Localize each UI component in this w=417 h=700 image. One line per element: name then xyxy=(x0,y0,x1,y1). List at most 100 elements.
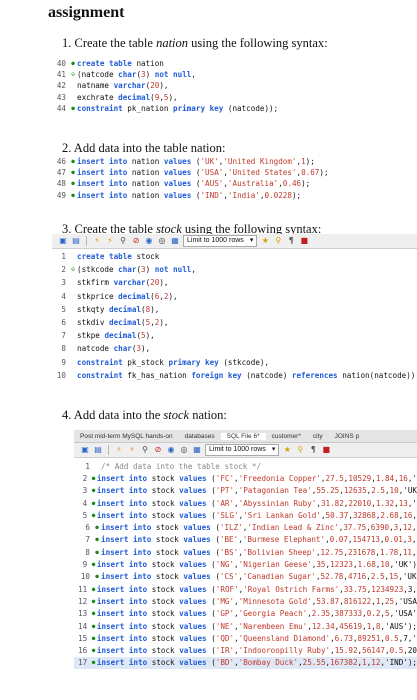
beautify-icon[interactable]: ★ xyxy=(260,236,270,246)
find-icon[interactable]: ⚲ xyxy=(295,445,305,455)
find-icon[interactable]: ⚲ xyxy=(273,236,283,246)
code-line[interactable]: 5 ● insert into stock values ('SLG','Sri L… xyxy=(74,509,417,521)
code-token: char xyxy=(118,70,137,80)
code-line[interactable]: 16 ● insert into stock values ('IR','Indoo… xyxy=(74,644,417,656)
code-line[interactable]: 6 ● insert into stock values ('ILZ','India… xyxy=(74,521,417,533)
code-line[interactable]: 3 stkfirm varchar(20), xyxy=(50,276,417,289)
code-line[interactable]: 43 exchrate decimal(9,5), xyxy=(50,92,278,103)
code-line[interactable]: 2 ● insert into stock values ('FC','Freedo… xyxy=(74,472,417,484)
rollback-icon[interactable]: ▦ xyxy=(170,236,180,246)
code-line[interactable]: 1 create table stock xyxy=(50,250,417,263)
wrap-icon[interactable]: ¶ xyxy=(286,236,296,246)
code-line[interactable]: 44 ● constraint pk_nation primary key (nat… xyxy=(50,103,278,114)
code-token: 154713 xyxy=(352,535,380,545)
code-token: stock xyxy=(155,572,184,582)
editor-tab[interactable]: city xyxy=(307,433,329,440)
code-line[interactable]: 42 natname varchar(20), xyxy=(50,80,278,91)
code-token: ), xyxy=(168,291,178,301)
code-token: ,3, xyxy=(403,584,417,594)
toggle-invisible-icon[interactable]: ■ xyxy=(321,445,331,455)
code-line[interactable]: 9 ● insert into stock values ('NG','Nigeri… xyxy=(74,558,417,570)
editor-tab[interactable]: customer* xyxy=(266,433,307,440)
stop-icon[interactable]: ⊘ xyxy=(131,236,141,246)
code-line[interactable]: 12 ● insert into stock values ('MG','Minne… xyxy=(74,595,417,607)
code-token: stkprice xyxy=(77,291,119,301)
open-file-icon[interactable]: ▣ xyxy=(58,236,68,246)
commit-icon[interactable]: ◎ xyxy=(157,236,167,246)
code-line[interactable]: 40 ● create table nation xyxy=(50,58,278,69)
statement-marker-icon: ● xyxy=(95,524,99,532)
code-token: 'Bombay Duck' xyxy=(238,658,299,668)
statement-marker-icon: ● xyxy=(91,561,96,569)
editor-tab[interactable]: JOINS p xyxy=(329,433,366,440)
code-line[interactable]: 2 ⊖ (stkcode char(3) not null, xyxy=(50,263,417,276)
beautify-icon[interactable]: ★ xyxy=(282,445,292,455)
code-line[interactable]: 11 ● insert into stock values ('ROF','Roya… xyxy=(74,583,417,595)
code-line[interactable]: 46 ● insert into nation values ('UK','Unit… xyxy=(50,156,329,167)
code-token: create table xyxy=(77,59,137,69)
code-line[interactable]: 4 stkprice decimal(6,2), xyxy=(50,290,417,303)
code-line[interactable]: 10 ● insert into stock values ('CS','Canad… xyxy=(74,571,417,583)
code-line[interactable]: 1 /* Add data into the table stock */ xyxy=(74,460,417,472)
code-token: stock xyxy=(151,473,180,483)
code-token: (stkcode xyxy=(77,265,119,275)
code-line[interactable]: 7 ● insert into stock values ('BE','Burmes… xyxy=(74,534,417,546)
editor-tab[interactable]: Post mid-term MySQL hands-on xyxy=(74,433,179,440)
code-line[interactable]: 5 stkqty decimal(8), xyxy=(50,303,417,316)
code-line[interactable]: 47 ● insert into nation values ('USA','Uni… xyxy=(50,167,329,178)
toggle-output-icon[interactable]: ◉ xyxy=(166,445,176,455)
code-line[interactable]: 6 stkdiv decimal(5,2), xyxy=(50,316,417,329)
code-line[interactable]: 15 ● insert into stock values ('QD','Queen… xyxy=(74,632,417,644)
open-file-icon[interactable]: ▣ xyxy=(80,445,90,455)
toggle-output-icon[interactable]: ◉ xyxy=(144,236,154,246)
code-line[interactable]: 17 ● insert into stock values ('BD','Bomba… xyxy=(74,656,417,670)
execute-icon[interactable]: ⚡ xyxy=(114,445,124,455)
commit-icon[interactable]: ◎ xyxy=(179,445,189,455)
execute-current-icon[interactable]: ⚡ xyxy=(105,236,115,246)
rollback-icon[interactable]: ▦ xyxy=(192,445,202,455)
explain-icon[interactable]: ⚲ xyxy=(118,236,128,246)
code-line[interactable]: 3 ● insert into stock values ('PT','Patago… xyxy=(74,485,417,497)
code-token: ), xyxy=(168,92,178,102)
limit-rows-select[interactable]: Limit to 1000 rows ▾ xyxy=(183,235,258,247)
code-line[interactable]: 8 natcode char(3), xyxy=(50,342,417,355)
code-token: stock xyxy=(151,621,180,631)
save-icon[interactable]: ▤ xyxy=(71,236,81,246)
statement-marker-icon: ● xyxy=(95,573,99,581)
code-line[interactable]: 10 constraint fk_has_nation foreign key (… xyxy=(50,369,417,382)
code-line[interactable]: 41 ⊖ (natcode char(3) not null, xyxy=(50,69,278,80)
code-text: constraint fk_has_nation foreign key (na… xyxy=(77,371,417,380)
stop-icon[interactable]: ⊘ xyxy=(153,445,163,455)
code-line[interactable]: 8 ● insert into stock values ('BS','Bolivi… xyxy=(74,546,417,558)
code-token: nation xyxy=(136,59,164,69)
statement-marker-icon: ● xyxy=(91,610,96,618)
code-token: 4716 xyxy=(347,572,367,582)
limit-rows-select[interactable]: Limit to 1000 rows ▾ xyxy=(205,444,280,456)
code-line[interactable]: 13 ● insert into stock values ('GP','Georg… xyxy=(74,608,417,620)
code-token: 'Minnesota Gold' xyxy=(238,596,312,606)
code-line[interactable]: 49 ● insert into nation values ('IND','Ind… xyxy=(50,190,329,201)
code-line[interactable]: 9 constraint pk_stock primary key (stkcod… xyxy=(50,356,417,369)
code-token: decimal xyxy=(109,318,142,328)
explain-icon[interactable]: ⚲ xyxy=(140,445,150,455)
execute-current-icon[interactable]: ⚡ xyxy=(127,445,137,455)
code-token: 56147 xyxy=(362,646,385,656)
toggle-invisible-icon[interactable]: ■ xyxy=(299,236,309,246)
editor-tab[interactable]: SQL File 6* xyxy=(220,432,266,440)
code-token: not null xyxy=(154,70,192,80)
code-token: ); xyxy=(301,179,311,189)
code-line[interactable]: 48 ● insert into nation values ('AUS','Aus… xyxy=(50,178,329,189)
code-token: primary key xyxy=(173,103,228,113)
code-token: ), xyxy=(159,81,169,91)
editor-tab[interactable]: databases xyxy=(179,433,221,440)
wrap-icon[interactable]: ¶ xyxy=(308,445,318,455)
code-token: ) xyxy=(145,70,155,80)
code-line[interactable]: 4 ● insert into stock values ('AR','Abyssi… xyxy=(74,497,417,509)
line-number: 12 xyxy=(78,596,88,606)
code-line[interactable]: 7 stkpe decimal(5), xyxy=(50,329,417,342)
code-line[interactable]: 14 ● insert into stock values ('NE','Narem… xyxy=(74,620,417,632)
code-text: insert into stock values ('NG','Nigerian… xyxy=(97,560,417,569)
code-token: ,7,' xyxy=(398,633,417,643)
execute-icon[interactable]: ⚡ xyxy=(92,236,102,246)
save-icon[interactable]: ▤ xyxy=(93,445,103,455)
